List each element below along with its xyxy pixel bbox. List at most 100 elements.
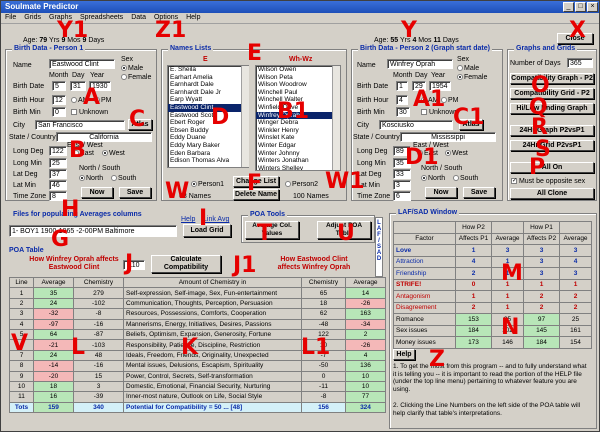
names-list-1-item[interactable]: Earhart Amelia [168, 74, 248, 82]
laf-help-button[interactable]: Help [393, 349, 415, 360]
days-input[interactable]: 365 [567, 58, 593, 68]
names-list-1-item[interactable]: Eddy Duane [168, 134, 248, 142]
p1-longdeg-input[interactable]: 122 [49, 146, 67, 156]
laf-row: Romance 153 25 97 25 [393, 313, 592, 326]
p1-save-button[interactable]: Save [119, 187, 151, 198]
overlay-label-m: M [501, 261, 523, 286]
p1-unknown-check[interactable]: Unknown [71, 109, 108, 116]
names-list-2-scrollbar[interactable] [332, 66, 340, 170]
names-list-1-item[interactable]: Earp Wyatt [168, 96, 248, 104]
hilow-graph-button[interactable]: Hi/Low Ending Graph [510, 103, 594, 114]
p2-state-input[interactable]: Mississippi [400, 132, 496, 142]
files-help-link[interactable]: Help [181, 216, 195, 223]
p2-min-input[interactable]: 30 [396, 107, 410, 117]
person1-radio[interactable]: Person1 [191, 181, 224, 188]
p1-male-radio[interactable]: Male [121, 65, 143, 72]
all-on-button[interactable]: All On [510, 162, 594, 173]
p1-now-button[interactable]: Now [81, 187, 113, 198]
laf-factor: Love [393, 244, 456, 257]
names-list-2-item[interactable]: Winters Jonathan [256, 157, 340, 165]
compat-grid-button[interactable]: Compatibility Grid - P2 [510, 88, 594, 99]
laf-cell: 161 [559, 324, 592, 337]
names-list-1-item[interactable]: Eastwood Scott [168, 112, 248, 120]
names-list-2-item[interactable]: Winter Johnny [256, 150, 340, 158]
names-list-1-item[interactable]: E. Sheila [168, 66, 248, 74]
p2-save-button[interactable]: Save [463, 187, 495, 198]
p2-now-button[interactable]: Now [425, 187, 457, 198]
names-list-1-item[interactable]: Ebsen Buddy [168, 127, 248, 135]
24hr-graph-button[interactable]: 24Hr Graph P2vsP1 [510, 125, 594, 136]
poa-cell: -21 [33, 339, 74, 351]
p1-female-radio[interactable]: Female [121, 74, 151, 81]
p1-latmin-input[interactable]: 46 [49, 180, 67, 190]
laf-header-cell: Average [559, 232, 592, 245]
p2-west-radio[interactable]: West [445, 150, 468, 157]
poa-line-number[interactable]: 3 [9, 308, 34, 320]
p1-city-input[interactable]: San Francisco [35, 120, 125, 130]
p2-hour-input[interactable]: 4 [396, 95, 408, 105]
poa-cell: 279 [73, 287, 124, 299]
p1-hour-input[interactable]: 12 [52, 95, 66, 105]
p2-north-radio[interactable]: North [421, 175, 445, 182]
poa-line-number[interactable]: 1 [9, 287, 34, 299]
poa-cell: -11 [301, 380, 346, 393]
p1-year-label: Year [90, 72, 105, 79]
laf-factor: Friendship [393, 267, 456, 280]
poa-line-number[interactable]: 2 [9, 297, 34, 310]
names-list-1-item[interactable]: Eden Barbara [168, 150, 248, 158]
p1-south-radio[interactable]: South [111, 175, 136, 182]
p2-south-radio[interactable]: South [453, 175, 478, 182]
must-opposite-check[interactable]: ✓ Must be opposite sex [511, 178, 585, 185]
names-list-1-scrollbar[interactable] [241, 66, 249, 167]
names-list-2-item[interactable]: Wilson Peta [256, 74, 340, 82]
poa-cell: Responsibility, Patience, Discipline, Re… [123, 339, 302, 351]
names-list-1-item[interactable]: Eddy Mary Baker [168, 142, 248, 150]
poa-line-number[interactable]: 4 [9, 318, 34, 330]
names-list-1[interactable]: E. Sheila Earhart Amelia Earnhardt Dale Ear… [167, 65, 249, 168]
laf-factor: Sex issues [393, 324, 456, 337]
laf-sad-side-tab[interactable]: L A F / S A D [375, 217, 383, 277]
24hr-grid-button[interactable]: 24Hr Grid P2vsP1 [510, 140, 594, 151]
maximize-button[interactable]: □ [575, 2, 586, 12]
menu-grids[interactable]: Grids [20, 13, 45, 22]
p2-month-input[interactable]: 1 [396, 81, 408, 91]
p1-month-input[interactable]: 5 [52, 81, 66, 91]
poa-line-number[interactable]: 9 [9, 370, 34, 382]
p2-latmin-input[interactable]: 3 [393, 180, 411, 190]
compat-graph-button[interactable]: Compatibility Graph - P2 [510, 73, 594, 84]
p2-name-input[interactable]: Winfrey Oprah [387, 59, 453, 69]
minimize-button[interactable]: _ [563, 2, 574, 12]
names-list-1-item[interactable]: Ebert Roger [168, 119, 248, 127]
p2-city-input[interactable]: Kosciusko [379, 120, 453, 130]
p1-min-input[interactable]: 0 [52, 107, 66, 117]
names-list-1-item[interactable]: Earnhardt Dale [168, 81, 248, 89]
poa-line-number[interactable]: 8 [9, 360, 34, 372]
calculate-compatibility-button[interactable]: Calculate Compatibility [151, 255, 221, 273]
poa-line-number[interactable]: 11 [9, 391, 34, 403]
p1-north-radio[interactable]: North [79, 175, 103, 182]
names-list-2-item[interactable]: Winslet Kate [256, 134, 340, 142]
close-button[interactable]: × [587, 2, 598, 12]
p2-male-radio[interactable]: Male [457, 65, 479, 72]
names-list-2-item[interactable]: Wilson Owen [256, 66, 340, 74]
names-list-1-item[interactable]: Edison Thomas Alva [168, 157, 248, 165]
p2-latdeg-input[interactable]: 33 [393, 169, 411, 179]
names-list-1-item[interactable]: Earnhardt Dale Jr [168, 89, 248, 97]
names-list-2-item[interactable]: Winkler Henry [256, 127, 340, 135]
all-clone-button[interactable]: All Clone [510, 188, 594, 199]
names-list-2-item[interactable]: Winter Edgar [256, 142, 340, 150]
p1-longmin-input[interactable]: 25 [49, 158, 67, 168]
menu-file[interactable]: File [1, 13, 20, 22]
menu-data[interactable]: Data [127, 13, 150, 22]
names-list-1-item[interactable]: Eastwood Clint [168, 103, 248, 112]
p1-name-input[interactable]: Eastwood Clint [49, 59, 115, 69]
p1-west-radio[interactable]: West [102, 150, 125, 157]
p2-female-radio[interactable]: Female [457, 74, 487, 81]
names-list-2-item[interactable]: Wilson Woodrow [256, 81, 340, 89]
p2-tz-input[interactable]: 6 [393, 191, 411, 201]
p1-latdeg-input[interactable]: 37 [49, 169, 67, 179]
poa-line-number[interactable]: 10 [9, 380, 34, 393]
person2-radio[interactable]: Person2 [285, 181, 318, 188]
names-list-2-item[interactable]: Winchell Paul [256, 89, 340, 97]
averages-file-select[interactable]: 1- BOY1 1900-1965 -2-00PM Baltimore [9, 225, 177, 237]
